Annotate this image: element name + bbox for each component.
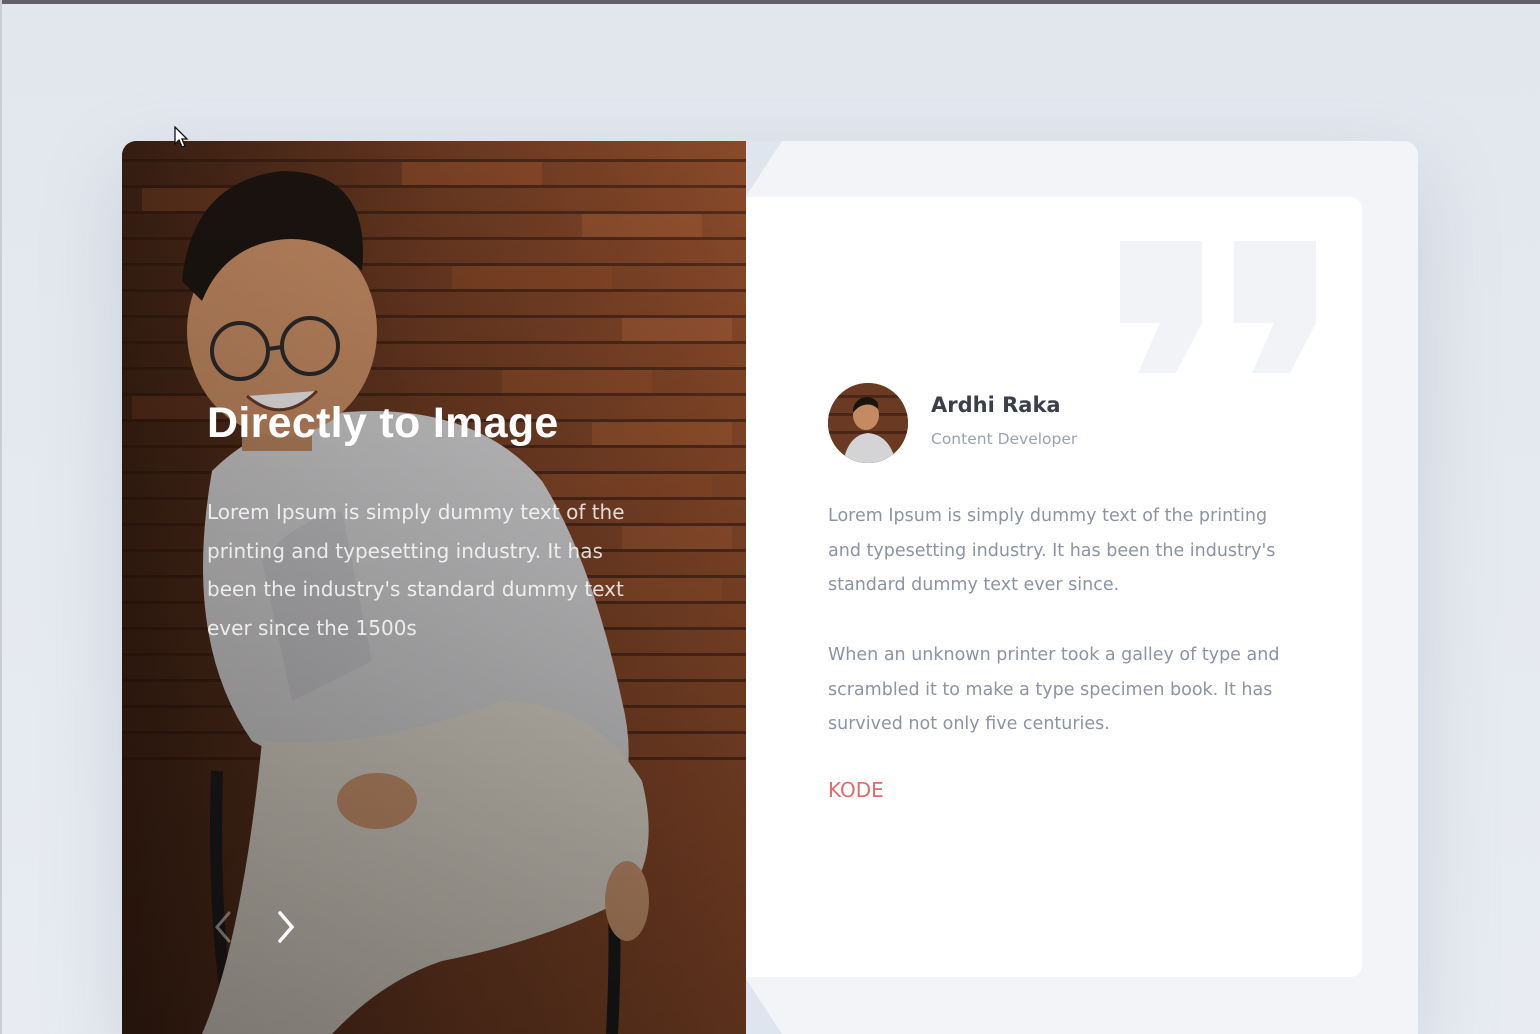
testimonial-panel: Ardhi Raka Content Developer Lorem Ipsum…	[746, 197, 1362, 977]
chevron-right-icon	[278, 911, 295, 943]
testimonial-card: Directly to Image Lorem Ipsum is simply …	[122, 141, 1418, 1034]
slide-title: Directly to Image	[207, 399, 559, 447]
kode-link[interactable]: KODE	[828, 778, 884, 802]
accent-triangle-bottom	[746, 979, 782, 1034]
window-top-border	[0, 0, 1540, 4]
author-role: Content Developer	[931, 430, 1078, 448]
avatar-image	[828, 383, 908, 463]
author-name: Ardhi Raka	[931, 393, 1061, 417]
slide-photo: Directly to Image Lorem Ipsum is simply …	[122, 141, 746, 1034]
next-slide-button[interactable]	[270, 909, 300, 945]
accent-triangle-top	[746, 141, 782, 196]
testimonial-paragraph-1: Lorem Ipsum is simply dummy text of the …	[828, 506, 1276, 595]
testimonial-paragraph-2: When an unknown printer took a galley of…	[828, 645, 1280, 734]
mouse-cursor-icon	[174, 126, 189, 148]
slide-description: Lorem Ipsum is simply dummy text of the …	[207, 500, 625, 640]
chevron-left-icon	[215, 911, 231, 943]
author-avatar	[828, 383, 908, 463]
window-left-border	[0, 0, 2, 1034]
quote-icon	[1120, 241, 1316, 373]
prev-slide-button[interactable]	[209, 909, 239, 945]
